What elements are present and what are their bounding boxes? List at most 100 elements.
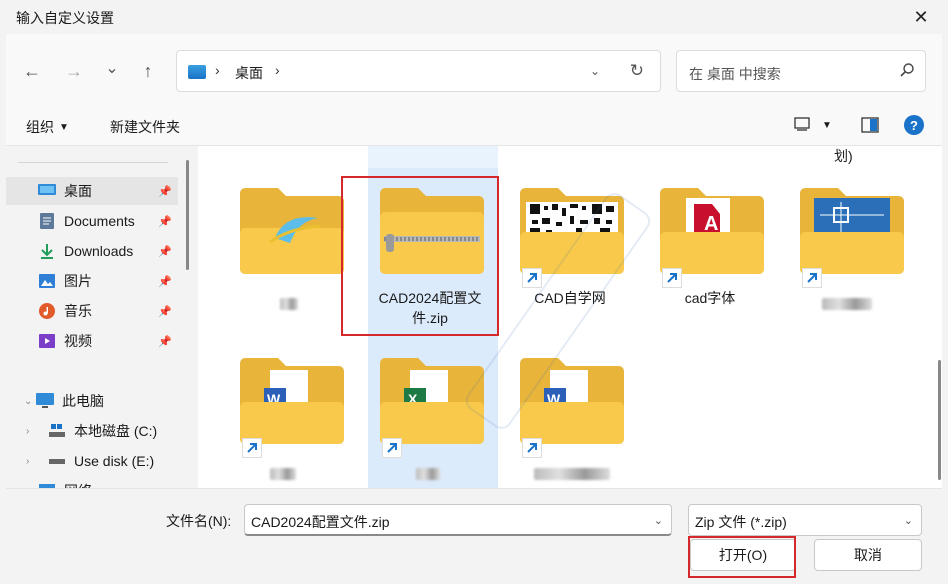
- filetype-select[interactable]: Zip 文件 (*.zip) ⌄: [688, 504, 922, 536]
- divider: [18, 162, 168, 163]
- shortcut-arrow-icon: [382, 438, 402, 458]
- sidebar-item-music[interactable]: 音乐 📌: [6, 297, 178, 325]
- sidebar-item-drive-e[interactable]: › Use disk (E:): [6, 447, 178, 475]
- back-arrow-icon: ←: [23, 60, 41, 81]
- chevron-down-icon[interactable]: ⌄: [654, 514, 663, 527]
- blurred-label: [822, 298, 872, 310]
- desktop-icon: [38, 183, 56, 199]
- recent-locations-button[interactable]: ⌄: [100, 56, 124, 80]
- filetype-value[interactable]: Zip 文件 (*.zip): [695, 512, 787, 532]
- refresh-icon[interactable]: ↻: [630, 61, 644, 81]
- navigation-pane: 桌面 📌 Documents 📌 Downloads 📌 图片 📌 音乐 📌 视…: [6, 146, 184, 488]
- file-item-zip[interactable]: CAD2024配置文件.zip: [366, 180, 494, 340]
- view-options-caret-icon[interactable]: ▼: [822, 120, 832, 131]
- pin-icon: 📌: [158, 335, 172, 348]
- videos-icon: [38, 333, 56, 349]
- documents-icon: [38, 213, 56, 229]
- usb-drive-icon: [48, 453, 66, 469]
- dialog-footer: 文件名(N): CAD2024配置文件.zip ⌄ Zip 文件 (*.zip)…: [6, 488, 942, 584]
- search-icon[interactable]: [899, 62, 915, 78]
- blurred-label: [416, 468, 440, 480]
- sidebar-item-downloads[interactable]: Downloads 📌: [6, 237, 178, 265]
- shortcut-arrow-icon: [522, 268, 542, 288]
- search-box[interactable]: 在 桌面 中搜索: [676, 50, 926, 92]
- shortcut-arrow-icon: [522, 438, 542, 458]
- close-icon: ✕: [913, 6, 929, 27]
- file-item[interactable]: CAD自学网: [506, 180, 634, 340]
- pin-icon: 📌: [158, 215, 172, 228]
- shortcut-arrow-icon: [662, 268, 682, 288]
- chevron-right-icon[interactable]: ›: [26, 456, 29, 467]
- caret-down-icon: ▼: [59, 122, 69, 133]
- navigation-bar: ← → ⌄ ↑ › 桌面 › ⌄ ↻ 在 桌面 中搜索: [6, 34, 942, 104]
- sidebar-item-drive-c[interactable]: › 本地磁盘 (C:): [6, 417, 178, 445]
- shortcut-arrow-icon: [802, 268, 822, 288]
- chevron-down-icon[interactable]: ⌄: [904, 514, 913, 527]
- file-dialog: 输入自定义设置 ✕ ← → ⌄ ↑ › 桌面 › ⌄ ↻ 在 桌面 中搜索 组织…: [0, 0, 948, 584]
- blurred-label: [270, 468, 296, 480]
- zip-folder-icon: [380, 188, 484, 274]
- back-button[interactable]: ←: [20, 59, 44, 83]
- search-placeholder[interactable]: 在 桌面 中搜索: [689, 64, 781, 84]
- cancel-button[interactable]: 取消: [814, 539, 922, 571]
- sidebar-scrollbar[interactable]: [186, 160, 189, 270]
- file-item[interactable]: [786, 180, 914, 340]
- filename-value[interactable]: CAD2024配置文件.zip: [251, 512, 390, 532]
- new-folder-button[interactable]: 新建文件夹: [110, 117, 180, 137]
- breadcrumb-separator[interactable]: ›: [275, 62, 280, 78]
- downloads-icon: [38, 243, 56, 259]
- open-button[interactable]: 打开(O): [690, 539, 796, 571]
- chevron-down-icon[interactable]: ⌄: [24, 396, 32, 407]
- file-item[interactable]: W: [506, 350, 634, 488]
- file-item[interactable]: [226, 180, 354, 340]
- sidebar-item-this-pc[interactable]: ⌄ 此电脑: [6, 387, 178, 415]
- filename-label: 文件名(N):: [166, 513, 232, 529]
- address-history-dropdown-icon[interactable]: ⌄: [590, 64, 600, 78]
- up-arrow-icon: ↑: [143, 60, 153, 81]
- sidebar-item-desktop[interactable]: 桌面 📌: [6, 177, 178, 205]
- svg-text:A: A: [704, 213, 718, 235]
- drive-icon: [48, 423, 66, 439]
- view-mode-icon[interactable]: [794, 117, 810, 131]
- item-label: cad字体: [684, 290, 736, 306]
- partial-item-label: 划): [834, 148, 853, 164]
- breadcrumb-desktop[interactable]: 桌面: [235, 63, 263, 83]
- sidebar-item-documents[interactable]: Documents 📌: [6, 207, 178, 235]
- file-item[interactable]: X: [366, 350, 494, 488]
- pictures-icon: [38, 273, 56, 289]
- sidebar-item-network[interactable]: 网络: [6, 477, 178, 488]
- shortcut-arrow-icon: [242, 438, 262, 458]
- address-bar[interactable]: › 桌面 › ⌄ ↻: [176, 50, 661, 92]
- this-pc-icon: [36, 393, 54, 409]
- breadcrumb-separator[interactable]: ›: [215, 62, 220, 78]
- folder-icon: W: [240, 358, 344, 444]
- pin-icon: 📌: [158, 305, 172, 318]
- item-label: CAD自学网: [534, 290, 606, 306]
- sidebar-item-videos[interactable]: 视频 📌: [6, 327, 178, 355]
- desktop-location-icon: [188, 65, 206, 79]
- chevron-down-icon: ⌄: [105, 60, 119, 77]
- preview-pane-icon[interactable]: [861, 117, 879, 133]
- help-icon[interactable]: ?: [904, 115, 924, 135]
- file-item[interactable]: W: [226, 350, 354, 488]
- folder-icon: [800, 188, 904, 274]
- pin-icon: 📌: [158, 245, 172, 258]
- file-list-scrollbar[interactable]: [938, 360, 941, 480]
- blurred-label: [534, 468, 610, 480]
- folder-icon: A: [660, 188, 764, 274]
- filename-input[interactable]: CAD2024配置文件.zip ⌄: [244, 504, 672, 536]
- forward-button[interactable]: →: [62, 59, 86, 83]
- close-button[interactable]: ✕: [906, 3, 936, 31]
- window-title: 输入自定义设置: [16, 10, 114, 26]
- chevron-right-icon[interactable]: ›: [26, 426, 29, 437]
- file-list: 划) CAD2024配置文件.zip CAD自学网 A cad字体 W X W: [198, 146, 942, 488]
- folder-icon: W: [520, 358, 624, 444]
- organize-menu[interactable]: 组织 ▼: [26, 117, 69, 137]
- file-item[interactable]: A cad字体: [646, 180, 774, 340]
- up-button[interactable]: ↑: [136, 59, 160, 83]
- folder-icon: [520, 188, 624, 274]
- pin-icon: 📌: [158, 185, 172, 198]
- sidebar-item-pictures[interactable]: 图片 📌: [6, 267, 178, 295]
- folder-icon: X: [380, 358, 484, 444]
- command-bar: 组织 ▼ 新建文件夹 ▼ ?: [6, 104, 942, 146]
